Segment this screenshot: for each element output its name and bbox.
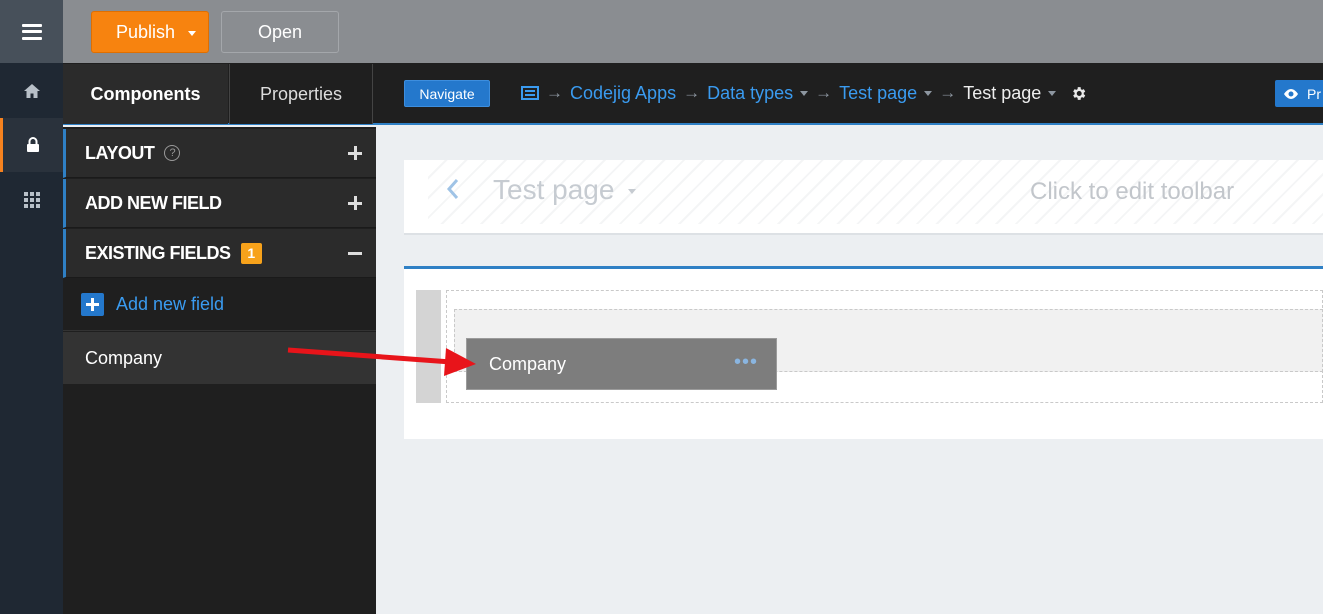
chevron-down-icon[interactable] (188, 31, 196, 36)
home-icon (23, 84, 40, 98)
breadcrumb: → Codejig Apps → Data types → Test page … (521, 63, 1087, 123)
expand-plus-icon[interactable] (348, 191, 362, 215)
count-badge: 1 (240, 242, 262, 264)
section-existing-fields-label: EXISTING FIELDS (85, 242, 231, 263)
app-list-icon[interactable] (521, 86, 539, 100)
toolbar-hint: Click to edit toolbar (1030, 178, 1235, 205)
arrow-right-icon: → (939, 83, 957, 102)
page-title-text: Test page (493, 174, 615, 205)
dragged-field-label: Company (489, 353, 567, 374)
help-icon[interactable]: ? (164, 145, 181, 161)
preview-button[interactable]: Pr (1275, 80, 1323, 107)
collapse-minus-icon[interactable] (348, 241, 362, 265)
left-rail (0, 0, 63, 614)
rail-apps-button[interactable] (0, 173, 63, 227)
rail-lock-button[interactable] (0, 118, 63, 172)
section-add-new-field[interactable]: ADD NEW FIELD (63, 179, 376, 228)
page-toolbar-card: Test page Click to edit toolbar (404, 160, 1323, 235)
dragged-field[interactable]: Company ••• (466, 338, 777, 390)
add-new-field-label: Add new field (116, 294, 225, 314)
page-title[interactable]: Test page (493, 174, 637, 206)
section-existing-fields[interactable]: EXISTING FIELDS 1 (63, 229, 376, 278)
breadcrumb-item[interactable]: Test page (839, 83, 917, 104)
breadcrumb-current[interactable]: Test page (963, 83, 1041, 104)
add-new-field-link[interactable]: Add new field (63, 279, 376, 331)
page-toolbar[interactable]: Test page Click to edit toolbar (428, 160, 1323, 224)
chevron-down-icon[interactable] (1048, 90, 1057, 96)
rail-home-button[interactable] (0, 64, 63, 118)
editor-navbar: Components Properties Navigate → Codejig… (63, 63, 1323, 125)
chevron-down-icon[interactable] (628, 189, 637, 195)
tab-properties[interactable]: Properties (229, 64, 373, 124)
gear-icon[interactable] (1070, 85, 1087, 102)
section-layout-label: LAYOUT (85, 142, 155, 163)
hamburger-icon (21, 23, 42, 40)
arrow-right-icon: → (546, 83, 563, 102)
breadcrumb-item[interactable]: Codejig Apps (570, 83, 676, 104)
lock-icon (27, 137, 39, 152)
eye-icon (1284, 88, 1298, 99)
breadcrumb-item[interactable]: Data types (707, 83, 793, 104)
open-button[interactable]: Open (221, 11, 339, 53)
publish-label: Publish (116, 21, 176, 42)
tab-components[interactable]: Components (63, 64, 228, 124)
preview-label: Pr (1307, 85, 1321, 102)
section-add-new-field-label: ADD NEW FIELD (85, 192, 222, 213)
expand-plus-icon[interactable] (348, 141, 362, 165)
chevron-down-icon[interactable] (924, 90, 933, 96)
grid-icon (23, 192, 40, 208)
arrow-right-icon: → (683, 83, 701, 102)
more-options-icon[interactable]: ••• (734, 351, 758, 374)
navigate-button[interactable]: Navigate (404, 80, 490, 107)
annotation-arrow-icon (287, 347, 476, 376)
publish-button[interactable]: Publish (91, 11, 209, 53)
section-layout[interactable]: LAYOUT ? (63, 129, 376, 178)
main-menu-button[interactable] (0, 0, 63, 63)
chevron-down-icon[interactable] (800, 90, 809, 96)
plus-icon (81, 293, 104, 316)
form-layout-card: Company ••• (404, 266, 1323, 439)
arrow-right-icon: → (815, 83, 833, 102)
chevron-left-icon[interactable] (446, 178, 460, 205)
top-toolbar: Publish Open (63, 0, 1323, 63)
